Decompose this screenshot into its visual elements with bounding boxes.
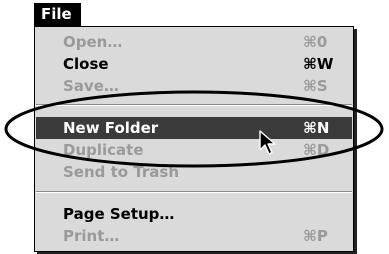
menu-item-duplicate[interactable]: Duplicate ⌘D (36, 139, 352, 161)
menu-item-close[interactable]: Close ⌘W (36, 53, 352, 75)
menu-item-print[interactable]: Print… ⌘P (36, 225, 352, 247)
menu-item-label: Duplicate (63, 141, 144, 159)
menu-item-open[interactable]: Open… ⌘0 (36, 31, 352, 53)
menu-item-shortcut: ⌘0 (303, 33, 328, 51)
menu-item-page-setup[interactable]: Page Setup… (36, 203, 352, 225)
menu-separator (36, 191, 352, 193)
menu-item-shortcut: ⌘W (303, 55, 334, 73)
menu-separator (36, 104, 352, 106)
menu-item-label: Save… (63, 77, 119, 95)
menu-item-shortcut: ⌘S (303, 77, 328, 95)
menu-item-shortcut: ⌘P (303, 227, 328, 245)
arrow-pointer-icon (259, 130, 276, 155)
menu-item-shortcut: ⌘D (303, 141, 330, 159)
file-menu-dropdown: Open… ⌘0 Close ⌘W Save… ⌘S New Folder ⌘N… (34, 26, 354, 252)
menu-item-shortcut: ⌘N (303, 119, 330, 137)
menu-item-label: Send to Trash (63, 163, 180, 181)
menu-item-label: New Folder (63, 119, 159, 137)
menu-item-new-folder[interactable]: New Folder ⌘N (36, 117, 352, 139)
menu-item-save[interactable]: Save… ⌘S (36, 75, 352, 97)
menu-item-label: Close (63, 55, 109, 73)
menu-item-label: Open… (63, 33, 123, 51)
menu-item-label: Page Setup… (63, 205, 175, 223)
file-menu-title[interactable]: File (34, 3, 81, 26)
menu-item-send-to-trash[interactable]: Send to Trash (36, 161, 352, 183)
menu-item-label: Print… (63, 227, 120, 245)
